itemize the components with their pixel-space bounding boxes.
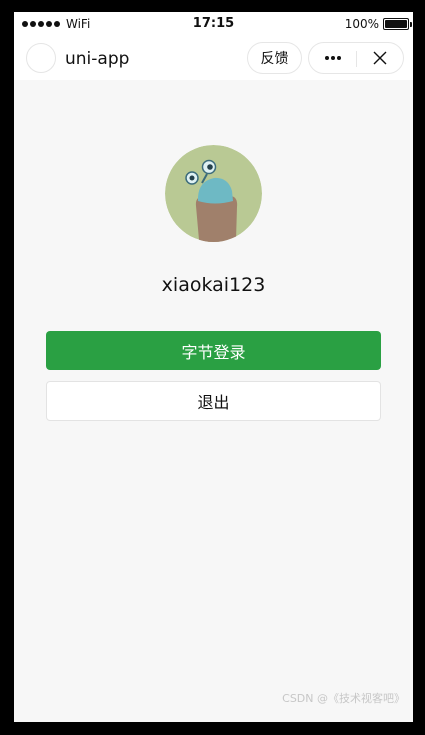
logout-button[interactable]: 退出 bbox=[46, 381, 381, 421]
battery-percent: 100% bbox=[344, 17, 379, 31]
watermark: CSDN @《技术视客吧》 bbox=[282, 692, 405, 705]
app-logo bbox=[26, 43, 56, 73]
avatar bbox=[165, 145, 262, 242]
close-icon[interactable] bbox=[357, 43, 403, 73]
navigation-bar: uni-app 反馈 bbox=[14, 38, 413, 80]
feedback-button[interactable]: 反馈 bbox=[247, 42, 302, 74]
login-button[interactable]: 字节登录 bbox=[46, 331, 381, 370]
battery-icon bbox=[383, 18, 412, 30]
phone-screen: WiFi 17:15 100% uni-app 反馈 xiaokai123 字节… bbox=[14, 12, 413, 722]
username: xiaokai123 bbox=[161, 274, 266, 296]
status-bar: WiFi 17:15 100% bbox=[14, 12, 413, 38]
menu-capsule bbox=[308, 42, 404, 74]
more-dots-icon[interactable] bbox=[309, 43, 356, 73]
app-title: uni-app bbox=[65, 49, 130, 69]
